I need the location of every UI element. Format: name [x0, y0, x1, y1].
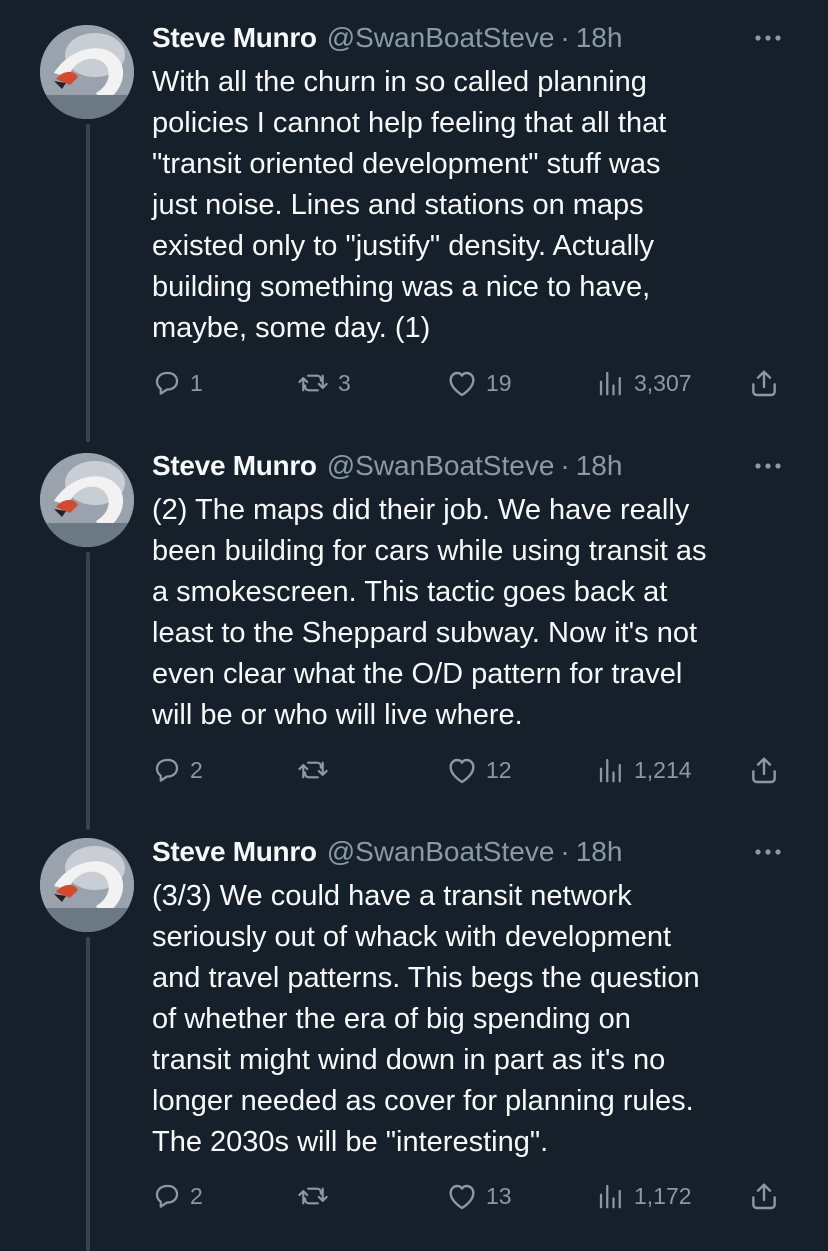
views-count: 1,214: [634, 756, 692, 783]
timestamp[interactable]: 18h: [576, 836, 623, 868]
share-button[interactable]: [748, 750, 780, 790]
repost-icon: [298, 1187, 328, 1205]
tweet-text: With all the churn in so called planning…: [152, 62, 792, 349]
tweet-text-line: even clear what the O/D pattern for trav…: [152, 658, 683, 690]
tweet-text-line: transit might wind down in part as it's …: [152, 1044, 666, 1076]
timestamp[interactable]: 18h: [576, 450, 623, 482]
tweet-text-line: a smokescreen. This tactic goes back at: [152, 576, 668, 608]
tweet-text-line: longer needed as cover for planning rule…: [152, 1085, 694, 1117]
tweet-text-line: (3/3) We could have a transit network: [152, 880, 632, 912]
reply-button[interactable]: 2: [152, 750, 203, 790]
author-handle[interactable]: @SwanBoatSteve: [327, 836, 555, 868]
views-icon: [599, 1184, 621, 1209]
reply-count: 2: [190, 1182, 203, 1209]
views-button[interactable]: 1,214: [596, 750, 692, 790]
like-count: 13: [486, 1182, 512, 1209]
avatar[interactable]: [40, 838, 134, 932]
heart-icon: [449, 1184, 475, 1210]
tweet-text-line: policies I cannot help feeling that all …: [152, 107, 667, 139]
tweet-text-line: and travel patterns. This begs the quest…: [152, 962, 700, 994]
reply-button[interactable]: 2: [152, 1176, 203, 1216]
action-bar: 1 3 19 3,307: [152, 363, 788, 403]
tweet-text-line: "transit oriented development" stuff was: [152, 148, 661, 180]
repost-button[interactable]: [296, 1176, 338, 1216]
tweet-text: (2) The maps did their job. We have real…: [152, 490, 792, 736]
tweet-header: Steve Munro @SwanBoatSteve · 18h: [152, 18, 788, 58]
reply-count: 1: [190, 369, 203, 396]
repost-button[interactable]: 3: [296, 363, 351, 403]
tweet[interactable]: Steve Munro @SwanBoatSteve · 18h With al…: [0, 0, 828, 428]
more-icon[interactable]: [748, 18, 788, 58]
tweet-text-line: just noise. Lines and stations on maps: [152, 189, 644, 221]
timestamp[interactable]: 18h: [576, 22, 623, 54]
author-name[interactable]: Steve Munro: [152, 22, 317, 54]
author-name[interactable]: Steve Munro: [152, 450, 317, 482]
like-button[interactable]: 12: [446, 750, 512, 790]
views-count: 3,307: [634, 369, 692, 396]
views-button[interactable]: 1,172: [596, 1176, 692, 1216]
views-count: 1,172: [634, 1182, 692, 1209]
more-icon[interactable]: [748, 446, 788, 486]
tweet[interactable]: Steve Munro @SwanBoatSteve · 18h (3/3) W…: [0, 816, 828, 1251]
reply-button[interactable]: 1: [152, 363, 203, 403]
repost-icon: [298, 374, 328, 392]
action-bar: 2 13 1,172: [152, 1176, 788, 1216]
tweet-text-line: will be or who will live where.: [152, 699, 523, 731]
tweet-header: Steve Munro @SwanBoatSteve · 18h: [152, 832, 788, 872]
tweet[interactable]: Steve Munro @SwanBoatSteve · 18h (2) The…: [0, 428, 828, 816]
repost-icon: [298, 761, 328, 779]
tweet-text-line: existed only to "justify" density. Actua…: [152, 230, 655, 262]
tweet-text-line: of whether the era of big spending on: [152, 1003, 631, 1035]
reply-count: 2: [190, 756, 203, 783]
avatar[interactable]: [40, 453, 134, 547]
author-handle[interactable]: @SwanBoatSteve: [327, 22, 555, 54]
reply-icon: [155, 1184, 179, 1208]
share-icon: [752, 1183, 776, 1210]
repost-button[interactable]: [296, 750, 338, 790]
like-button[interactable]: 13: [446, 1176, 512, 1216]
heart-icon: [449, 758, 475, 784]
tweet-text-line: maybe, some day. (1): [152, 312, 431, 344]
reply-icon: [155, 371, 179, 395]
more-icon[interactable]: [748, 832, 788, 872]
like-button[interactable]: 19: [446, 363, 512, 403]
tweet-text-line: With all the churn in so called planning: [152, 66, 647, 98]
separator: ·: [560, 836, 570, 867]
reply-icon: [155, 758, 179, 782]
repost-count: 3: [338, 369, 351, 396]
separator: ·: [560, 450, 570, 481]
views-button[interactable]: 3,307: [596, 363, 692, 403]
like-count: 12: [486, 756, 512, 783]
views-icon: [599, 758, 621, 783]
tweet-text-line: least to the Sheppard subway. Now it's n…: [152, 617, 698, 649]
tweet-text-line: seriously out of whack with development: [152, 921, 672, 953]
tweet-text-line: been building for cars while using trans…: [152, 535, 707, 567]
tweet-text-line: (2) The maps did their job. We have real…: [152, 494, 690, 526]
separator: ·: [560, 22, 570, 53]
action-bar: 2 12 1,214: [152, 750, 788, 790]
share-icon: [752, 757, 776, 784]
tweet-header: Steve Munro @SwanBoatSteve · 18h: [152, 446, 788, 486]
views-icon: [599, 371, 621, 396]
avatar[interactable]: [40, 25, 134, 119]
author-handle[interactable]: @SwanBoatSteve: [327, 450, 555, 482]
tweet-text-line: The 2030s will be "interesting".: [152, 1126, 549, 1158]
tweet-text: (3/3) We could have a transit network se…: [152, 876, 792, 1163]
share-button[interactable]: [748, 1176, 780, 1216]
share-icon: [752, 370, 776, 397]
share-button[interactable]: [748, 363, 780, 403]
tweet-text-line: building something was a nice to have,: [152, 271, 651, 303]
author-name[interactable]: Steve Munro: [152, 836, 317, 868]
heart-icon: [449, 371, 475, 397]
like-count: 19: [486, 369, 512, 396]
